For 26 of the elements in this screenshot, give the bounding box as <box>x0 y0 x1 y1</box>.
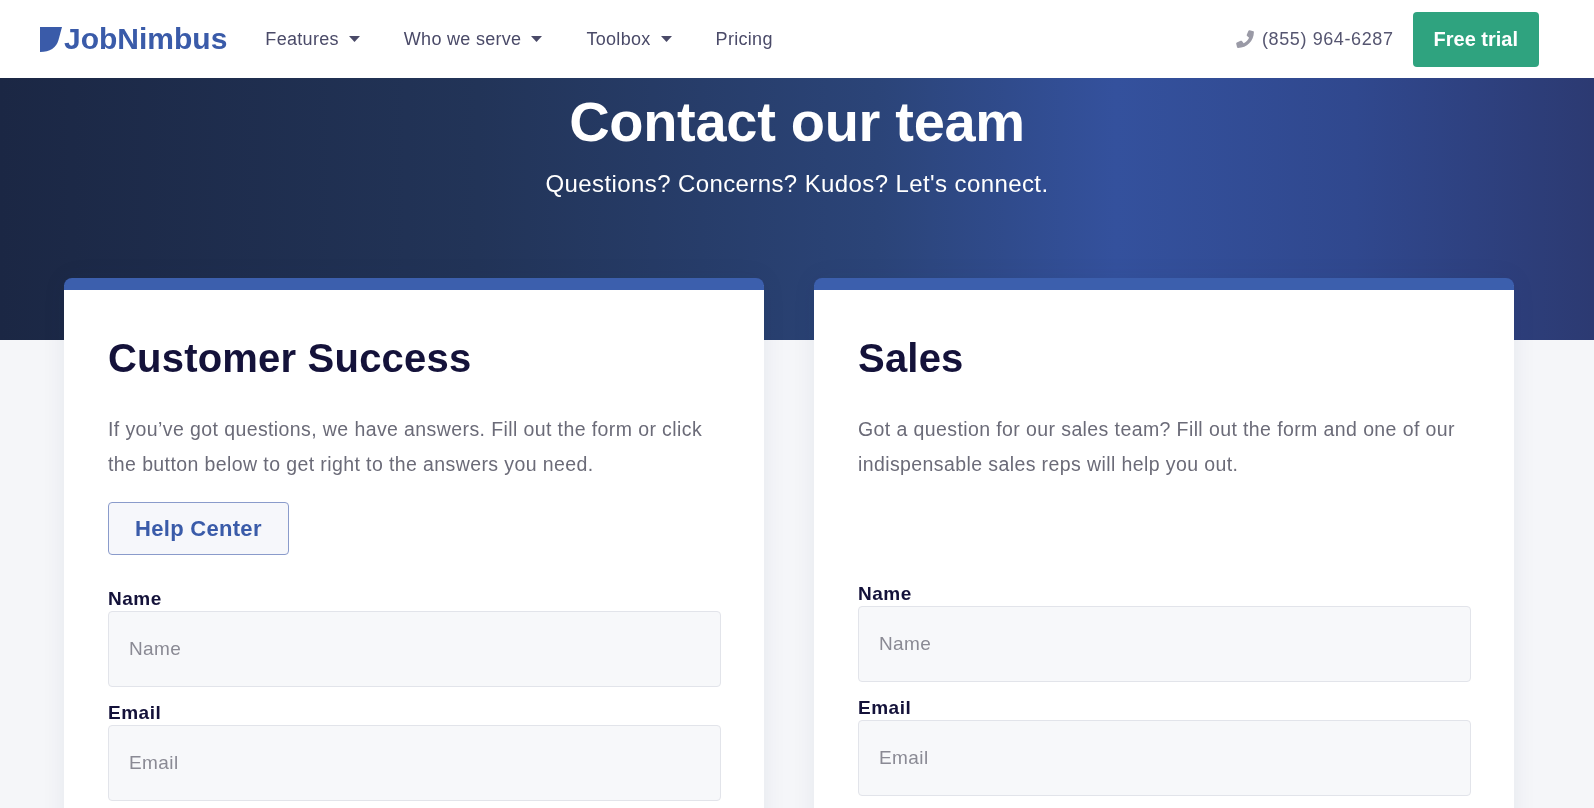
caret-icon <box>531 36 543 42</box>
logo-icon <box>40 26 62 52</box>
text-input-field[interactable]: Email <box>108 725 721 801</box>
text-input-field[interactable]: Email <box>858 720 1471 796</box>
field-label: Name <box>858 583 912 605</box>
brand-name[interactable]: JobNimbus <box>64 22 228 56</box>
nav-menu-item[interactable]: Toolbox <box>586 28 672 50</box>
phone-icon <box>1236 30 1254 48</box>
hero-subtitle: Questions? Concerns? Kudos? Let's connect. <box>545 169 1049 199</box>
caret-icon <box>348 36 360 42</box>
hero-title: Contact our team <box>569 92 1025 152</box>
nav-menu-item[interactable]: Features <box>265 28 360 50</box>
nav-menu-item[interactable]: Who we serve <box>403 28 543 50</box>
card-description: Got a question for our sales team? Fill out the form and one of our indispensable sales reps will help you out. <box>858 417 1456 477</box>
field-label: Email <box>108 702 162 724</box>
text-input-field[interactable]: Name <box>108 611 721 687</box>
nav-menu-item[interactable]: Pricing <box>715 28 773 50</box>
field-label: Email <box>858 697 912 719</box>
caret-icon <box>660 36 672 42</box>
card-description: If you’ve got questions, we have answers. Fill out the form or click the button below to get right to the answers you need. <box>108 417 704 477</box>
phone-number-link[interactable]: (855) 964-6287 <box>1262 28 1394 50</box>
text-input-field[interactable]: Name <box>858 606 1471 682</box>
card-title: Sales <box>858 335 964 382</box>
card-title: Customer Success <box>108 335 472 382</box>
field-label: Name <box>108 588 162 610</box>
help-center-button[interactable]: Help Center <box>108 502 289 555</box>
